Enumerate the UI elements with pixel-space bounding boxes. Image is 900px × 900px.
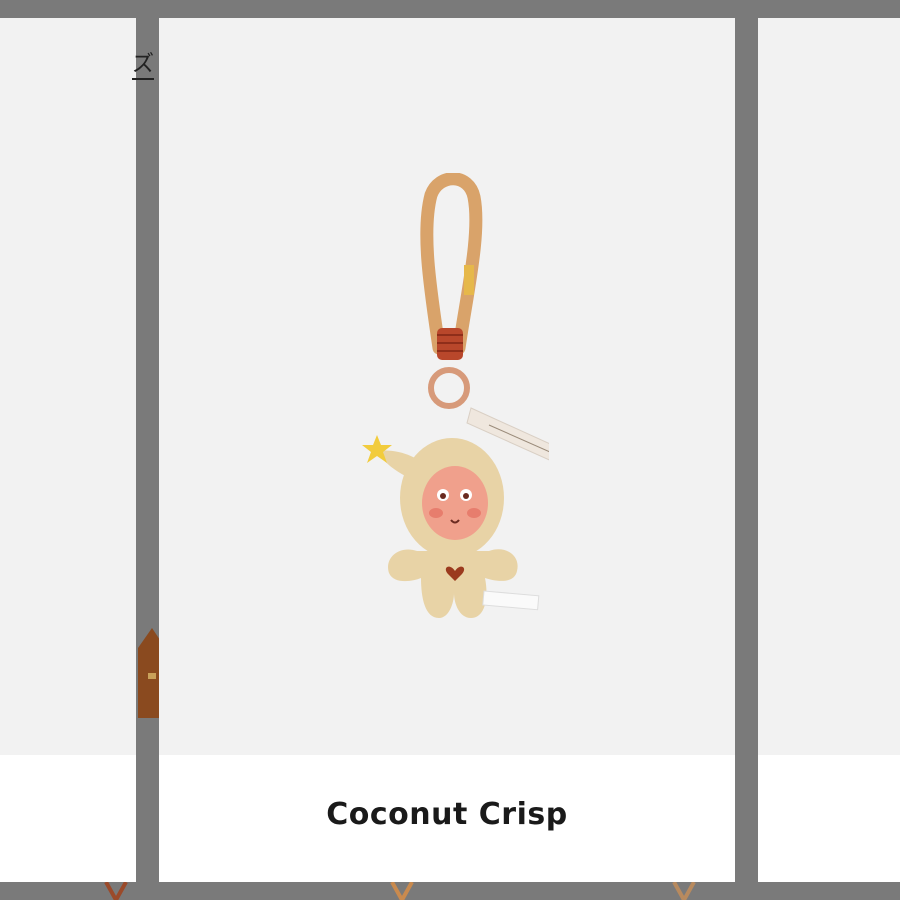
product-card-left[interactable] [0, 18, 136, 882]
card-caption-right [758, 755, 900, 882]
product-card-right[interactable] [758, 18, 900, 882]
strap-peek-right [672, 882, 696, 900]
left-card-product-image [138, 628, 160, 718]
card-caption-left [0, 755, 136, 882]
card-caption-center: Coconut Crisp [159, 755, 735, 882]
product-name[interactable]: Coconut Crisp [159, 797, 735, 832]
strap-peek-left [104, 882, 128, 900]
left-card-title-fragment[interactable]: ズ [132, 52, 155, 80]
product-card-center[interactable]: Coconut Crisp [159, 18, 735, 882]
strap-peek-center [390, 882, 414, 900]
keychain-plush-image [362, 173, 549, 618]
